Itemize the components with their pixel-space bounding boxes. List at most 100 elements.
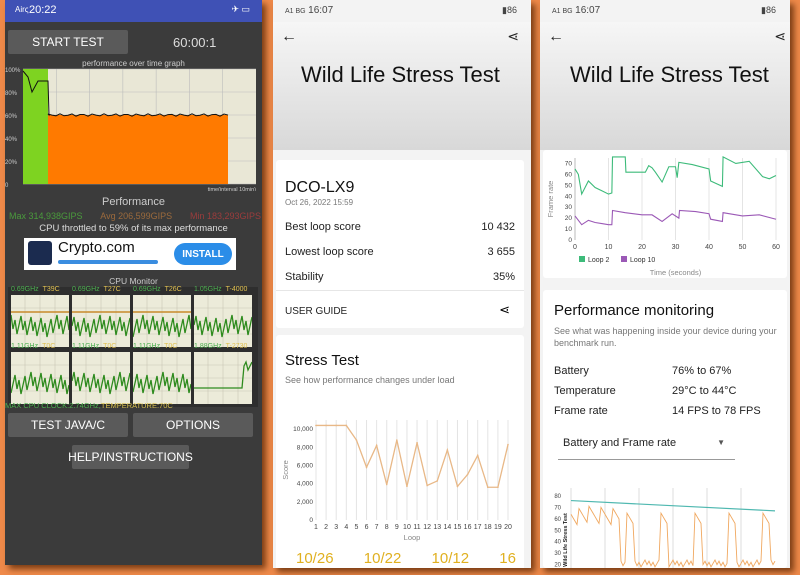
y-tick-label: 60% bbox=[5, 114, 18, 120]
stat-row: Battery 76% to 67% bbox=[554, 365, 774, 377]
core-frequency: 1.11GHz bbox=[11, 343, 39, 350]
core-temperature: T27C bbox=[103, 286, 121, 293]
core-label: 0.69GHz T27C bbox=[72, 286, 121, 293]
share-icon[interactable]: ⋖ bbox=[499, 302, 510, 318]
timer: 60:00:1 bbox=[173, 35, 217, 50]
core-temperature: T0C bbox=[103, 343, 117, 350]
legend-swatch bbox=[621, 256, 627, 262]
x-tick-label: 19 bbox=[494, 524, 502, 531]
ad-banner[interactable]: Crypto.com INSTALL bbox=[24, 238, 236, 270]
stat-label: Lowest loop score bbox=[285, 246, 374, 258]
battery-level: 86 bbox=[506, 5, 517, 15]
y-tick-label: 100% bbox=[5, 68, 21, 74]
core-frequency: 0.69GHz bbox=[11, 286, 39, 293]
core-temperature: T0C bbox=[42, 343, 56, 350]
summary-value: 10/26 bbox=[296, 550, 334, 567]
y-tick-label: 0 bbox=[5, 183, 9, 189]
x-tick-label: 20 bbox=[638, 244, 646, 251]
score-point bbox=[456, 485, 459, 488]
stat-row: Temperature 29°C to 44°C bbox=[554, 385, 774, 397]
perf-description: See what was happening inside your devic… bbox=[554, 326, 777, 348]
stat-value: 10 432 bbox=[481, 221, 515, 233]
y-tick-label: 2,000 bbox=[297, 499, 314, 506]
performance-stats: Max 314,938GIPS Avg 206,599GIPS Min 183,… bbox=[9, 211, 261, 221]
y-tick-label: 20 bbox=[554, 563, 561, 568]
core-graph bbox=[194, 352, 253, 404]
stat-label: Frame rate bbox=[554, 405, 608, 417]
core-label: 1.11GHz T0C bbox=[72, 343, 116, 350]
y-tick-label: 10 bbox=[565, 226, 573, 233]
core-graph bbox=[132, 295, 192, 347]
cpu-monitor-title: CPU Monitor bbox=[109, 276, 158, 286]
chart-type-dropdown[interactable]: Battery and Frame rate ▼ bbox=[558, 435, 735, 460]
core-label: 1.11GHz T0C bbox=[133, 343, 177, 350]
legend-label: Loop 2 bbox=[588, 257, 610, 264]
stat-value: 35% bbox=[492, 271, 515, 283]
summary-value: 10/22 bbox=[363, 550, 402, 567]
core-frequency: 1.88GHz bbox=[194, 343, 222, 350]
y-axis-label: Frame rate bbox=[546, 181, 555, 218]
status-bar: A1 BG 16:07 bbox=[552, 5, 600, 16]
x-tick-label: 17 bbox=[474, 524, 482, 531]
stress-test-result-screen: A1 BG 16:07 ▮86 ← ⋖ Wild Life Stress Tes… bbox=[273, 0, 531, 568]
core-graph bbox=[10, 352, 70, 404]
stat-value: 3 655 bbox=[487, 246, 515, 258]
core-frequency: 1.05GHz bbox=[194, 286, 222, 293]
score-point bbox=[426, 484, 428, 487]
throttled-area bbox=[48, 115, 228, 184]
back-arrow-icon[interactable]: ← bbox=[548, 28, 564, 46]
share-icon[interactable]: ⋖ bbox=[507, 28, 519, 45]
y-tick-label: 60 bbox=[565, 171, 573, 178]
y-tick-label: 70 bbox=[554, 505, 561, 511]
share-icon[interactable]: ⋖ bbox=[774, 28, 786, 45]
x-tick-label: 11 bbox=[413, 524, 420, 531]
x-tick-label: 3 bbox=[334, 524, 338, 531]
max-cpu-clock: MAX CPU CLOCK:2.74GHz,TEMPERATURE:70C bbox=[5, 401, 173, 410]
y-tick-label: 30 bbox=[565, 204, 573, 211]
battery-indicator: ▮86 bbox=[761, 5, 776, 15]
score-point bbox=[436, 480, 439, 482]
x-tick-label: 10 bbox=[403, 524, 411, 531]
start-test-button[interactable]: START TEST bbox=[8, 30, 128, 54]
install-button[interactable]: INSTALL bbox=[174, 243, 232, 265]
max-stat: Max 314,938GIPS bbox=[9, 211, 83, 221]
core-temperature: T-2730 bbox=[225, 343, 248, 350]
y-tick-label: 8,000 bbox=[297, 444, 314, 451]
core-label: 0.69GHz T39C bbox=[11, 286, 60, 293]
x-tick-label: 1 bbox=[314, 524, 318, 531]
chevron-down-icon: ▼ bbox=[717, 438, 725, 447]
battery-indicator: ▮86 bbox=[502, 5, 517, 15]
score-point bbox=[466, 473, 469, 476]
stat-label: Best loop score bbox=[285, 221, 361, 233]
stress-test-chart: 1 2 3 4 5 6 7 8 9 10 11 12 13 14 15 16 17 18 19 2002,0004,0… bbox=[281, 420, 512, 542]
y-tick-label: 10,000 bbox=[293, 426, 313, 433]
core-graph bbox=[132, 352, 192, 404]
x-tick-label: 14 bbox=[443, 524, 451, 531]
y-tick-label: 50 bbox=[554, 528, 561, 534]
stat-row: Frame rate 14 FPS to 78 FPS bbox=[554, 405, 774, 417]
y-tick-label: 50 bbox=[565, 182, 573, 189]
x-tick-label: 18 bbox=[484, 524, 492, 531]
core-frequency: 1.11GHz bbox=[133, 343, 161, 350]
core-label: 0.69GHz T26C bbox=[133, 286, 182, 293]
carrier: Airς bbox=[15, 5, 29, 14]
score-point bbox=[396, 439, 398, 441]
min-stat: Min 183,293GIPS bbox=[189, 211, 261, 221]
x-tick-label: 16 bbox=[464, 524, 472, 531]
options-button[interactable]: OPTIONS bbox=[133, 413, 253, 437]
user-guide-link[interactable]: USER GUIDE bbox=[285, 306, 347, 317]
test-java-button[interactable]: TEST JAVA/C bbox=[8, 413, 128, 437]
x-tick-label: 4 bbox=[344, 524, 348, 531]
x-axis-label: time(interval 10min) bbox=[208, 187, 256, 191]
y-tick-label: 20 bbox=[565, 215, 573, 222]
page-title: Wild Life Stress Test bbox=[301, 62, 500, 87]
perf-title: Performance monitoring bbox=[554, 302, 715, 319]
score-point bbox=[335, 424, 338, 427]
core-graph bbox=[10, 295, 70, 347]
score-point bbox=[325, 424, 327, 427]
score-line bbox=[316, 424, 509, 488]
y-tick-label: 80 bbox=[554, 494, 561, 500]
back-arrow-icon[interactable]: ← bbox=[281, 28, 297, 46]
score-point bbox=[497, 486, 499, 489]
help-instructions-button[interactable]: HELP/INSTRUCTIONS bbox=[68, 445, 193, 469]
